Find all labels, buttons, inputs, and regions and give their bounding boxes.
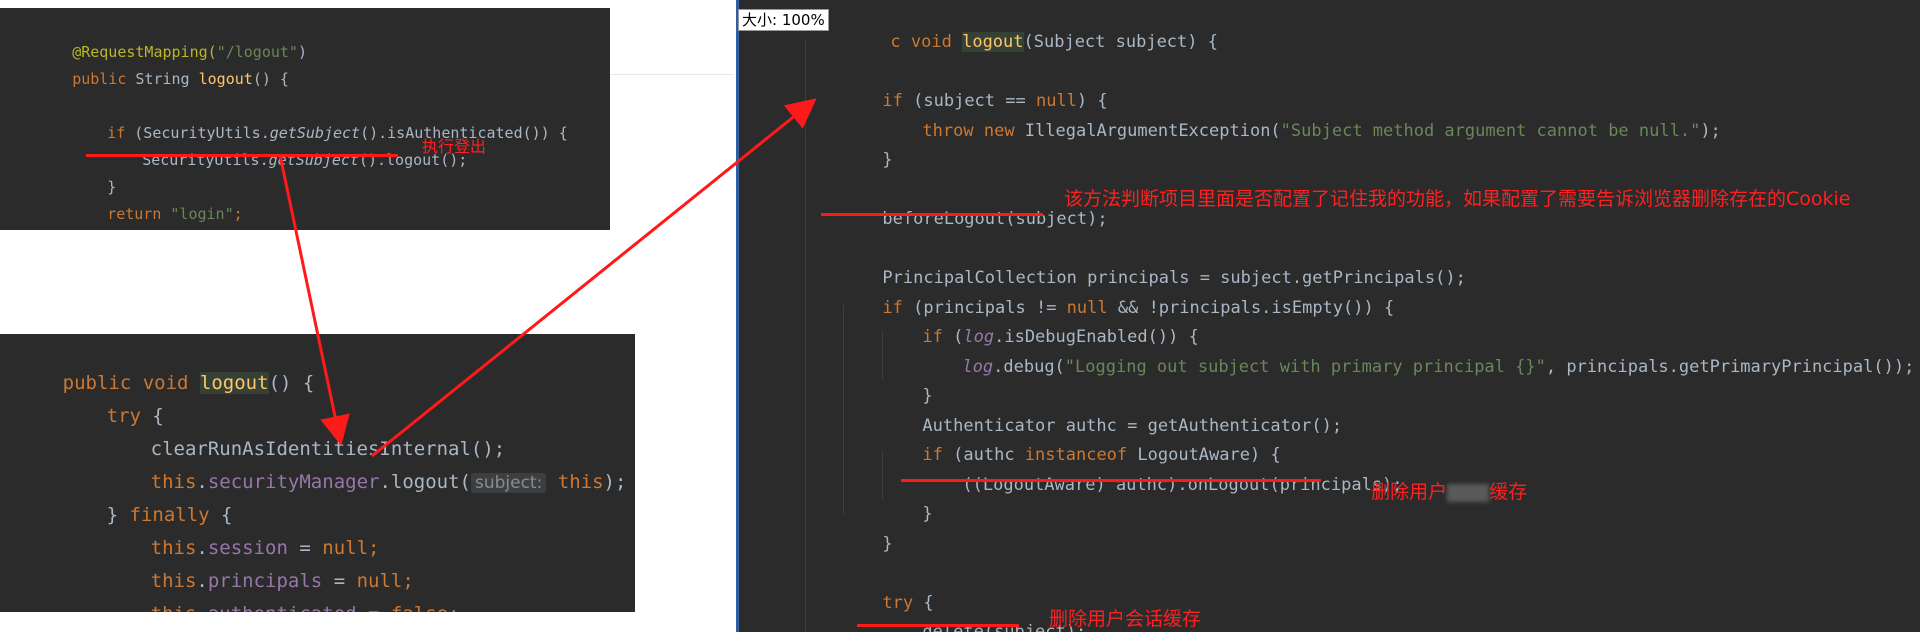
code-panel-subject-logout: public void logout() { try { clearRunAsI… bbox=[0, 334, 635, 612]
annotation-execute-logout: 执行登出 bbox=[422, 137, 487, 156]
code-line: } bbox=[882, 534, 893, 554]
annotation-before-logout: 该方法判断项目里面是否配置了记住我的功能，如果配置了需要告诉浏览器删除存在的Co… bbox=[1064, 188, 1851, 210]
code-panel-security-manager-logout: c void logout(Subject subject) { if (sub… bbox=[736, 0, 1920, 632]
code-panel-controller: @RequestMapping("/logout") public String… bbox=[0, 8, 610, 230]
red-underline bbox=[821, 213, 1043, 216]
code-line: this.authenticated = false; bbox=[82, 581, 460, 612]
red-underline bbox=[86, 154, 398, 157]
code-line-on-logout: ((LogoutAware) authc).onLogout(principal… bbox=[962, 475, 1403, 495]
code-line: throw new IllegalArgumentException("Subj… bbox=[922, 121, 1721, 141]
code-line: public String logout() { bbox=[72, 70, 289, 88]
red-underline bbox=[857, 624, 1019, 627]
divider bbox=[610, 74, 734, 75]
code-line: } bbox=[882, 150, 893, 170]
code-line: } bbox=[18, 214, 81, 230]
code-line: log.debug("Logging out subject with prim… bbox=[962, 357, 1915, 377]
code-line: return "login"; bbox=[107, 205, 243, 223]
indent-guide bbox=[805, 40, 806, 632]
code-line: c void logout(Subject subject) { bbox=[890, 32, 1218, 52]
code-line-logout-call: SecurityUtils.getSubject().logout(); bbox=[142, 151, 468, 169]
zoom-indicator: 大小: 100% bbox=[738, 9, 829, 31]
blurred-text bbox=[1447, 483, 1490, 502]
parameter-hint: subject: bbox=[470, 473, 547, 493]
annotation-delete: 删除用户会话缓存 bbox=[1049, 608, 1202, 630]
annotation-on-logout: 删除用户 缓存 bbox=[1371, 481, 1528, 503]
red-underline bbox=[901, 479, 1321, 482]
